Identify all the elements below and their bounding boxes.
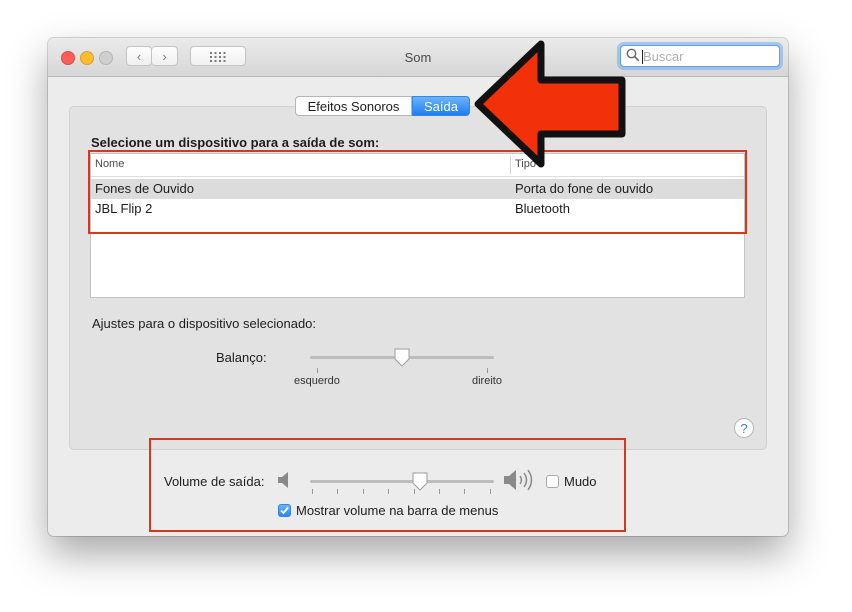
volume-controls-highlight (149, 438, 626, 532)
tab-output[interactable]: Saída (412, 96, 470, 116)
help-button[interactable]: ? (734, 418, 754, 438)
search-field[interactable]: Buscar (620, 45, 780, 67)
balance-right-label: direito (472, 375, 502, 387)
tab-sound-effects[interactable]: Efeitos Sonoros (295, 96, 412, 116)
device-list-highlight (88, 150, 747, 234)
balance-label: Balanço: (216, 350, 267, 365)
balance-slider-thumb[interactable] (393, 348, 411, 368)
balance-slider[interactable] (310, 348, 494, 370)
device-list-heading: Selecione um dispositivo para a saída de… (91, 135, 380, 150)
question-mark-icon: ? (740, 421, 748, 436)
device-settings-heading: Ajustes para o dispositivo selecionado: (92, 316, 317, 331)
balance-left-label: esquerdo (294, 375, 340, 387)
balance-tick-right (487, 368, 488, 373)
balance-tick-left (317, 368, 318, 373)
search-icon (626, 48, 640, 62)
text-caret (642, 50, 643, 64)
search-placeholder: Buscar (643, 49, 684, 64)
title-bar: ‹ › Som Buscar (48, 38, 788, 77)
